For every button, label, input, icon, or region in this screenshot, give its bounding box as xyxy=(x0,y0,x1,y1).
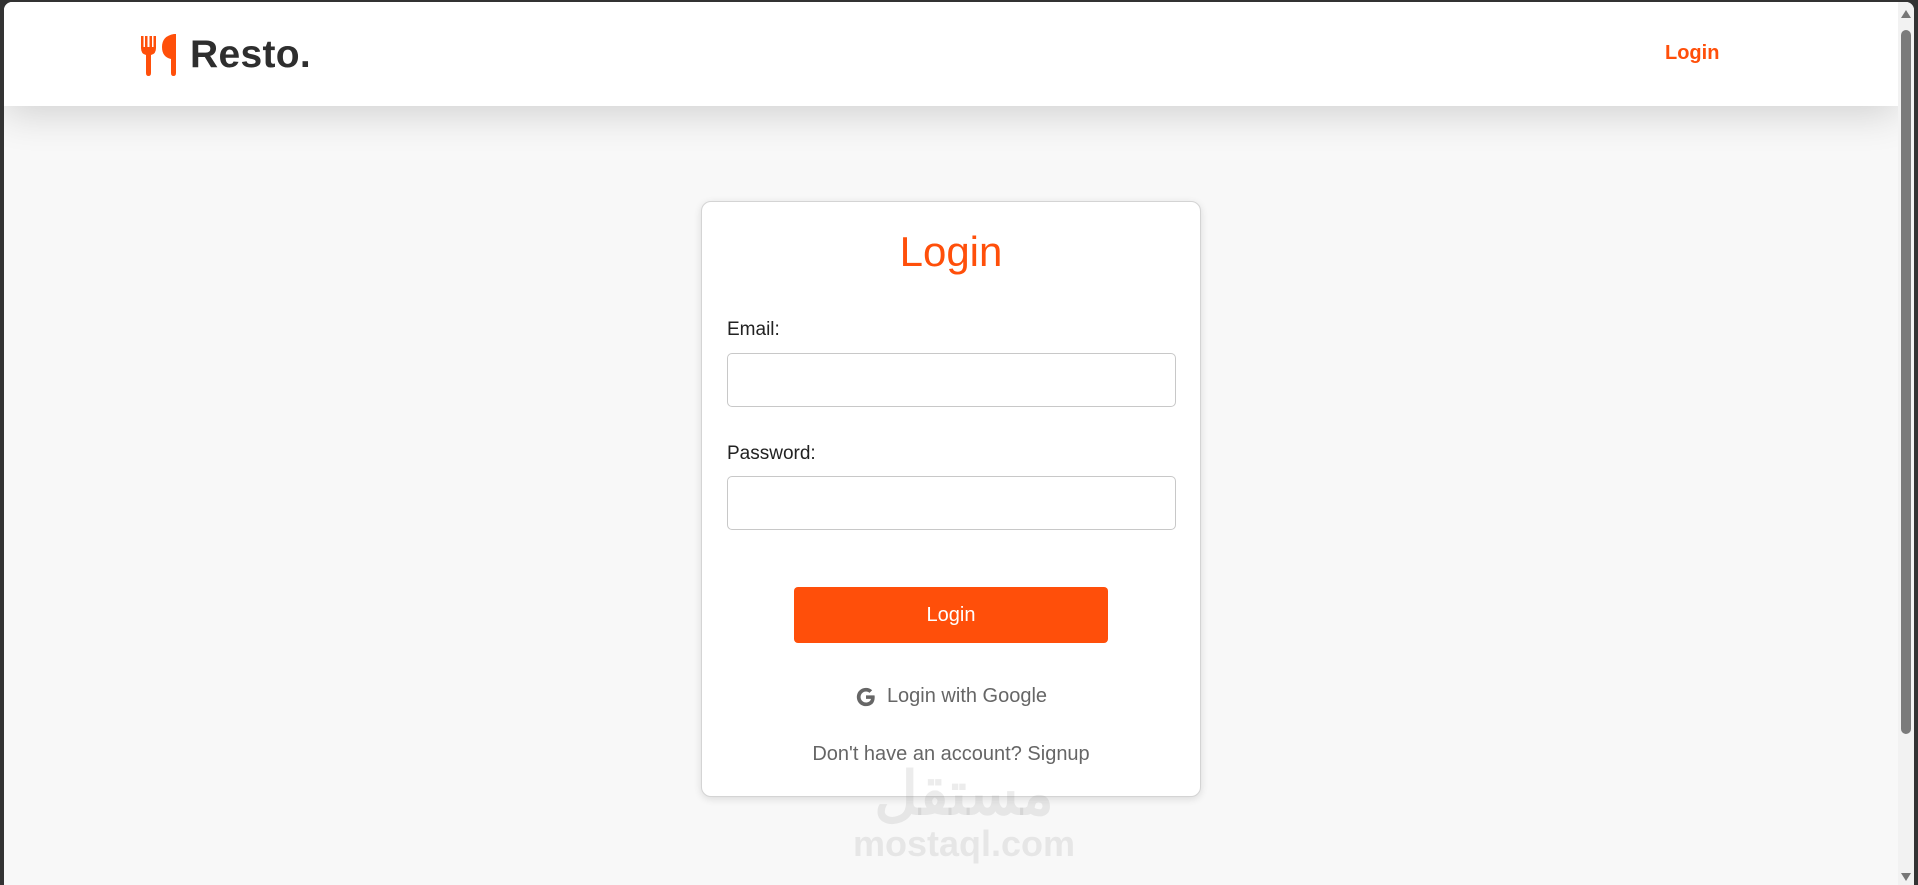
password-label: Password: xyxy=(727,443,816,464)
email-label: Email: xyxy=(727,319,780,340)
google-login-button[interactable]: Login with Google xyxy=(702,685,1200,708)
google-icon xyxy=(856,687,875,706)
scroll-down-arrow-icon[interactable] xyxy=(1901,873,1911,881)
watermark-arabic: مستقل xyxy=(874,760,1054,827)
login-submit-button[interactable]: Login xyxy=(794,587,1108,643)
scroll-up-arrow-icon[interactable] xyxy=(1901,10,1911,18)
navbar: Resto. Login xyxy=(4,2,1898,106)
brand-logo[interactable]: Resto. xyxy=(138,32,311,78)
nav-login-link[interactable]: Login xyxy=(1665,42,1719,65)
brand-name: Resto. xyxy=(190,33,311,76)
scrollbar-thumb[interactable] xyxy=(1901,30,1911,734)
watermark-logo: مستقل mostaql.com xyxy=(844,764,1084,864)
browser-viewport: Resto. Login Login Email: Password: Logi… xyxy=(4,2,1914,885)
google-login-label: Login with Google xyxy=(886,685,1048,707)
watermark-latin: mostaql.com xyxy=(852,823,1076,864)
fork-knife-icon xyxy=(141,34,176,76)
password-field[interactable] xyxy=(727,476,1176,530)
email-field[interactable] xyxy=(727,353,1176,407)
login-card: Login Email: Password: Login Login with … xyxy=(701,201,1201,797)
login-title: Login xyxy=(899,228,1003,275)
vertical-scrollbar[interactable] xyxy=(1898,2,1914,885)
